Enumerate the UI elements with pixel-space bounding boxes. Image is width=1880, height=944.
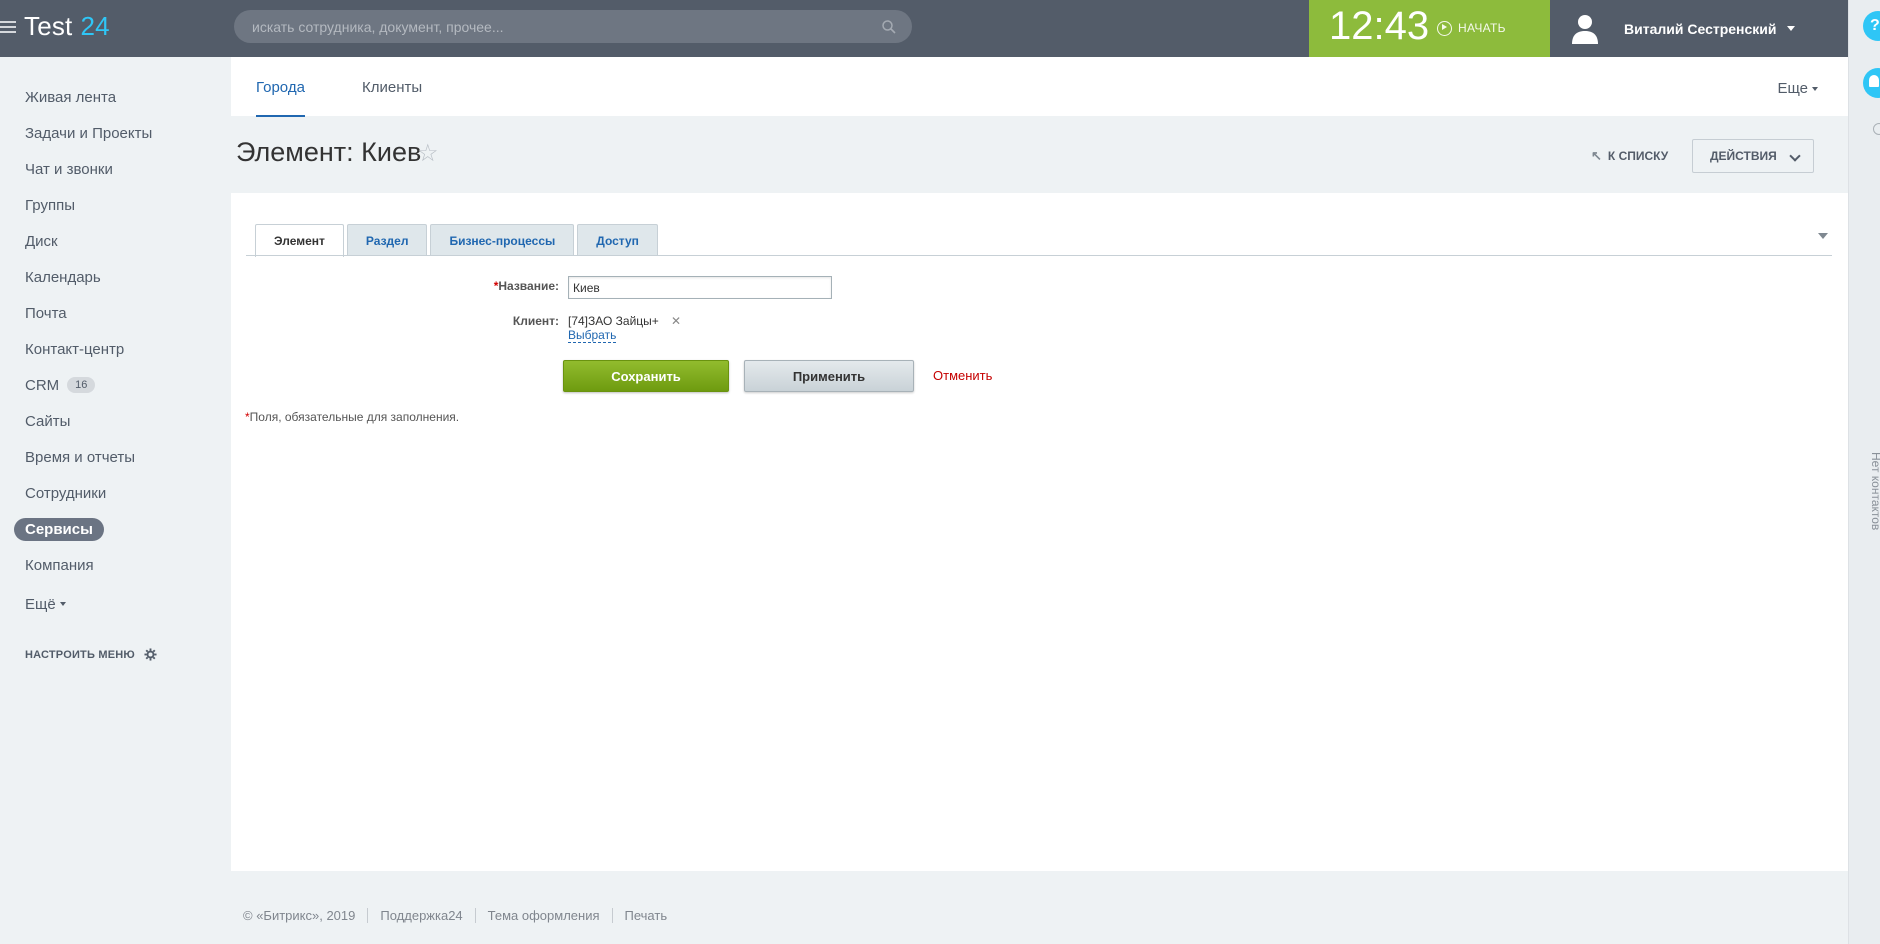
top-header: Test24 12:43 НАЧАТЬ Виталий Сестренский xyxy=(0,0,1848,57)
tabs-divider xyxy=(246,255,1832,256)
crm-counter-badge: 16 xyxy=(67,377,96,393)
sidebar-item-disk[interactable]: Диск xyxy=(0,223,231,259)
cancel-link[interactable]: Отменить xyxy=(933,368,992,383)
actions-dropdown-button[interactable]: ДЕЙСТВИЯ xyxy=(1692,139,1814,173)
choose-client-link[interactable]: Выбрать xyxy=(568,328,617,343)
more-tabs-button[interactable]: Еще xyxy=(1777,80,1818,97)
sidebar-item-tasks[interactable]: Задачи и Проекты xyxy=(0,115,231,151)
tab-section[interactable]: Раздел xyxy=(346,224,428,256)
apply-button[interactable]: Применить xyxy=(744,360,914,392)
menu-burger-icon[interactable] xyxy=(0,18,16,34)
page-title: Элемент: Киев xyxy=(236,137,422,167)
user-menu[interactable]: Виталий Сестренский xyxy=(1570,0,1795,57)
collapse-arrow-icon[interactable] xyxy=(1818,233,1828,239)
sidebar-item-label: Диск xyxy=(25,232,58,250)
sidebar-item-services[interactable]: Сервисы xyxy=(0,511,231,547)
user-avatar-icon xyxy=(1572,14,1598,44)
sidebar-item-label: Сотрудники xyxy=(25,484,107,502)
sidebar-item-label: Календарь xyxy=(25,268,101,286)
tab-access[interactable]: Доступ xyxy=(577,224,658,256)
sidebar-item-mail[interactable]: Почта xyxy=(0,295,231,331)
play-icon xyxy=(1437,20,1452,36)
client-field-label: Клиент: xyxy=(512,314,559,328)
sidebar-item-groups[interactable]: Группы xyxy=(0,187,231,223)
sidebar-item-label: Чат и звонки xyxy=(25,160,113,178)
tab-element[interactable]: Элемент xyxy=(255,224,344,257)
configure-menu-button[interactable]: НАСТРОИТЬ МЕНЮ xyxy=(25,648,157,661)
tab-business-processes[interactable]: Бизнес-процессы xyxy=(430,224,575,256)
configure-menu-label: НАСТРОИТЬ МЕНЮ xyxy=(25,648,135,661)
sidebar-item-label: Ещё xyxy=(25,595,56,613)
start-workday-button[interactable]: НАЧАТЬ xyxy=(1437,17,1506,39)
caret-down-icon xyxy=(1812,87,1818,92)
sidebar-item-crm[interactable]: CRM 16 xyxy=(0,367,231,403)
sidebar-item-label: Компания xyxy=(25,556,94,574)
sidebar-item-label: Сервисы xyxy=(14,517,104,541)
actions-label: ДЕЙСТВИЯ xyxy=(1710,149,1777,163)
sidebar-item-company[interactable]: Компания xyxy=(0,547,231,583)
sidebar-item-label: Время и отчеты xyxy=(25,448,136,466)
right-side-panel: ? Нет контактов xyxy=(1848,0,1880,944)
back-arrow-icon: ↖ xyxy=(1591,148,1602,163)
sidebar-item-sites[interactable]: Сайты xyxy=(0,403,231,439)
logo-text: Test xyxy=(24,11,73,41)
sidebar-item-employees[interactable]: Сотрудники xyxy=(0,475,231,511)
contact-search-icon[interactable] xyxy=(1873,123,1880,135)
element-edit-form: Элемент Раздел Бизнес-процессы Доступ *Н… xyxy=(231,193,1848,871)
back-to-list-label: К СПИСКУ xyxy=(1607,149,1669,163)
required-fields-note: *Поля, обязательные для заполнения. xyxy=(245,410,459,424)
notifications-icon[interactable] xyxy=(1863,68,1880,98)
footer-theme-link[interactable]: Тема оформления xyxy=(474,908,612,923)
sidebar-item-contact-center[interactable]: Контакт-центр xyxy=(0,331,231,367)
required-note-text: Поля, обязательные для заполнения. xyxy=(249,410,460,424)
search-icon[interactable] xyxy=(881,19,897,35)
top-tabs-bar: Города Клиенты Еще xyxy=(231,57,1848,117)
name-field[interactable] xyxy=(568,276,832,299)
sidebar-menu: Живая лента Задачи и Проекты Чат и звонк… xyxy=(0,79,231,622)
favorite-star-icon[interactable]: ☆ xyxy=(417,139,439,168)
sidebar-item-more[interactable]: Ещё xyxy=(0,586,231,622)
clock-time: 12:43 xyxy=(1329,4,1430,48)
footer-print-link[interactable]: Печать xyxy=(611,908,680,923)
caret-down-icon xyxy=(1786,26,1795,31)
sidebar-item-label: Почта xyxy=(25,304,67,322)
sidebar-item-label: Живая лента xyxy=(25,88,117,106)
footer-support-link[interactable]: Поддержка24 xyxy=(367,908,474,923)
remove-client-icon[interactable]: ✕ xyxy=(671,314,681,328)
sidebar-item-time-reports[interactable]: Время и отчеты xyxy=(0,439,231,475)
tab-cities[interactable]: Города xyxy=(256,57,305,117)
chevron-down-icon xyxy=(1789,150,1801,162)
save-button[interactable]: Сохранить xyxy=(563,360,729,392)
tab-clients[interactable]: Клиенты xyxy=(362,57,422,116)
portal-logo[interactable]: Test 24 xyxy=(24,11,110,42)
sidebar-item-chat[interactable]: Чат и звонки xyxy=(0,151,231,187)
logo-number: 24 xyxy=(80,11,110,41)
name-field-label: *Название: xyxy=(419,279,559,293)
left-sidebar: Живая лента Задачи и Проекты Чат и звонк… xyxy=(0,57,231,944)
page-footer: © «Битрикс», 2019 Поддержка24 Тема оформ… xyxy=(231,908,679,923)
back-to-list-link[interactable]: ↖ К СПИСКУ xyxy=(1591,148,1668,164)
start-label: НАЧАТЬ xyxy=(1458,21,1506,35)
sidebar-item-label: Задачи и Проекты xyxy=(25,124,153,142)
caret-down-icon xyxy=(59,602,66,606)
user-name: Виталий Сестренский xyxy=(1624,20,1777,37)
search-box xyxy=(234,10,912,43)
client-value: [74]ЗАО Зайцы+ xyxy=(568,314,659,328)
sidebar-item-calendar[interactable]: Календарь xyxy=(0,259,231,295)
sidebar-item-label: Группы xyxy=(25,196,75,214)
search-input[interactable] xyxy=(234,10,912,43)
more-tabs-label: Еще xyxy=(1777,80,1808,97)
help-icon[interactable]: ? xyxy=(1863,11,1880,41)
form-tabs: Элемент Раздел Бизнес-процессы Доступ xyxy=(255,224,661,257)
sidebar-item-label: CRM xyxy=(25,376,60,394)
sidebar-item-label: Сайты xyxy=(25,412,71,430)
sidebar-item-feed[interactable]: Живая лента xyxy=(0,79,231,115)
worktime-block: 12:43 НАЧАТЬ xyxy=(1309,0,1550,57)
name-label-text: Название: xyxy=(498,279,559,293)
sidebar-item-label: Контакт-центр xyxy=(25,340,125,358)
gear-icon xyxy=(144,648,157,661)
footer-copyright: © «Битрикс», 2019 xyxy=(243,908,356,923)
no-contacts-label: Нет контактов xyxy=(1869,452,1880,531)
